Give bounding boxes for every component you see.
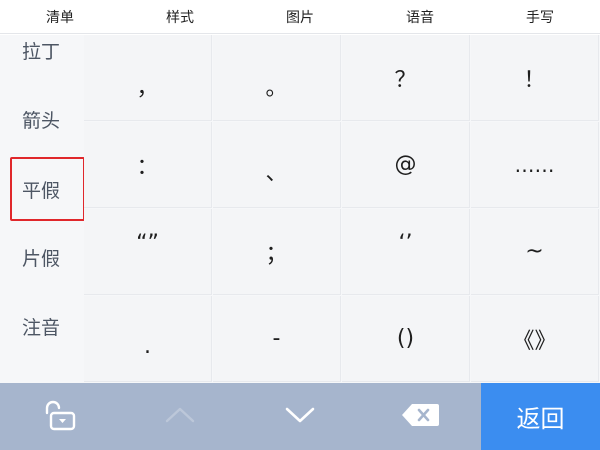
symbol-key-label: ； (265, 241, 288, 267)
symbol-key-label: 。 (265, 75, 288, 101)
symbol-key[interactable]: () (342, 296, 470, 382)
backspace-button[interactable] (360, 383, 480, 450)
symbol-key[interactable]: 、 (213, 122, 341, 208)
sidebar-item-bopomofo[interactable]: 注音 (10, 295, 84, 357)
unlock-icon (40, 398, 80, 436)
tab-handwriting[interactable]: 手写 (480, 0, 600, 34)
tab-style[interactable]: 样式 (120, 0, 240, 34)
chevron-up-icon (163, 405, 197, 429)
symbol-key[interactable]: @ (342, 122, 470, 208)
symbol-key-label: “” (136, 231, 159, 256)
symbol-key-label: …… (514, 152, 555, 177)
top-tab-bar: 清单 样式 图片 语音 手写 (0, 0, 600, 34)
symbol-key-label: - (272, 326, 281, 351)
symbol-key-label: ， (136, 75, 159, 101)
page-up-button[interactable] (120, 383, 240, 450)
tab-image[interactable]: 图片 (240, 0, 360, 34)
page-down-button[interactable] (240, 383, 360, 450)
symbol-key[interactable]: 《》 (471, 296, 599, 382)
symbol-grid: ， 。 ？ ！ ： 、 @ …… “” ； ‘’ ~ . - () 《》 (84, 35, 600, 383)
backspace-icon (400, 401, 440, 433)
symbol-key-label: ？ (394, 67, 417, 93)
return-button[interactable]: 返回 (481, 383, 600, 450)
symbol-key[interactable]: ~ (471, 209, 599, 295)
symbol-key-label: ‘’ (398, 231, 413, 256)
symbol-key[interactable]: …… (471, 122, 599, 208)
symbol-key[interactable]: ： (84, 122, 212, 208)
sidebar-item-arrows[interactable]: 箭头 (10, 88, 84, 150)
symbol-category-sidebar: 拉丁 箭头 平假 片假 注音 (0, 35, 84, 383)
symbol-key-label: () (396, 326, 415, 351)
symbol-key-label: @ (394, 152, 417, 177)
symbol-key-label: 《》 (512, 328, 557, 354)
symbol-key[interactable]: ‘’ (342, 209, 470, 295)
sidebar-item-hiragana[interactable]: 平假 (10, 157, 84, 221)
symbol-key[interactable]: ； (213, 209, 341, 295)
symbol-key[interactable]: ， (84, 35, 212, 121)
symbol-key[interactable]: - (213, 296, 341, 382)
sidebar-item-katakana[interactable]: 片假 (10, 226, 84, 288)
symbol-key-label: ！ (523, 67, 546, 93)
symbol-key-label: ： (136, 154, 159, 180)
symbol-key[interactable]: “” (84, 209, 212, 295)
symbol-key-label: . (144, 334, 151, 359)
bottom-toolbar: 返回 (0, 383, 600, 450)
symbol-key[interactable]: 。 (213, 35, 341, 121)
tab-checklist[interactable]: 清单 (0, 0, 120, 34)
sidebar-item-latin[interactable]: 拉丁 (10, 35, 84, 81)
symbol-key-label: ~ (525, 239, 544, 264)
symbol-key[interactable]: . (84, 296, 212, 382)
symbol-key-label: 、 (265, 160, 288, 186)
lock-button[interactable] (0, 383, 120, 450)
chevron-down-icon (283, 405, 317, 429)
tab-voice[interactable]: 语音 (360, 0, 480, 34)
symbol-key[interactable]: ！ (471, 35, 599, 121)
symbol-key[interactable]: ？ (342, 35, 470, 121)
